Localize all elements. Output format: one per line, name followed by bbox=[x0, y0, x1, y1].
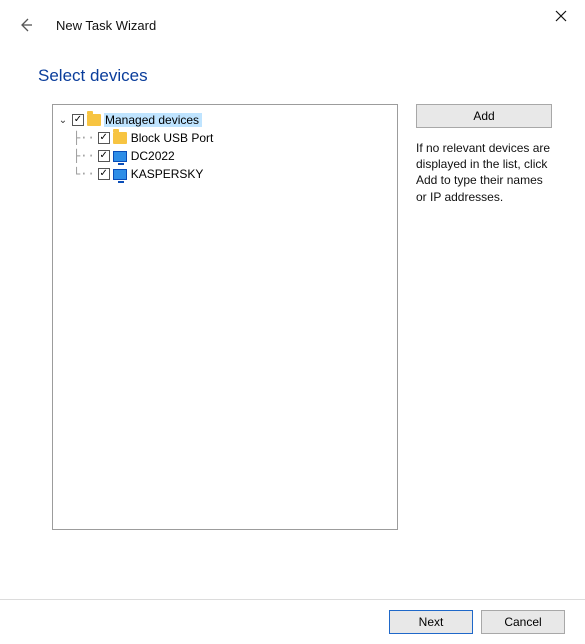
tree-item[interactable]: ├·· DC2022 bbox=[57, 147, 393, 165]
back-button[interactable] bbox=[14, 13, 38, 37]
monitor-icon bbox=[113, 151, 127, 162]
footer-separator bbox=[0, 599, 585, 600]
checkbox[interactable] bbox=[98, 132, 110, 144]
wizard-title: New Task Wizard bbox=[56, 18, 156, 33]
tree-root-label[interactable]: Managed devices bbox=[104, 113, 202, 127]
next-button[interactable]: Next bbox=[389, 610, 473, 634]
tree-branch-icon: ├·· bbox=[73, 132, 95, 144]
device-tree[interactable]: ⌄ Managed devices ├·· Block USB Port ├·· DC… bbox=[52, 104, 398, 530]
next-button-label: Next bbox=[419, 615, 444, 629]
tree-item-label[interactable]: DC2022 bbox=[130, 149, 178, 163]
chevron-down-icon[interactable]: ⌄ bbox=[57, 115, 69, 126]
checkbox[interactable] bbox=[72, 114, 84, 126]
add-button-label: Add bbox=[473, 109, 494, 123]
cancel-button[interactable]: Cancel bbox=[481, 610, 565, 634]
monitor-icon bbox=[113, 169, 127, 180]
folder-icon bbox=[113, 132, 127, 144]
titlebar: New Task Wizard bbox=[0, 0, 585, 32]
sidebar-hint: If no relevant devices are displayed in … bbox=[416, 140, 556, 205]
tree-branch-icon: ├·· bbox=[73, 150, 95, 162]
tree-root[interactable]: ⌄ Managed devices bbox=[57, 111, 393, 129]
add-button[interactable]: Add bbox=[416, 104, 552, 128]
cancel-button-label: Cancel bbox=[504, 615, 541, 629]
tree-item-label[interactable]: Block USB Port bbox=[130, 131, 217, 145]
folder-icon bbox=[87, 114, 101, 126]
tree-item-label[interactable]: KASPERSKY bbox=[130, 167, 207, 181]
tree-item[interactable]: └·· KASPERSKY bbox=[57, 165, 393, 183]
page-heading: Select devices bbox=[38, 66, 585, 86]
close-button[interactable] bbox=[543, 4, 579, 28]
footer: Next Cancel bbox=[389, 610, 565, 634]
checkbox[interactable] bbox=[98, 168, 110, 180]
checkbox[interactable] bbox=[98, 150, 110, 162]
tree-branch-icon: └·· bbox=[73, 168, 95, 180]
tree-item[interactable]: ├·· Block USB Port bbox=[57, 129, 393, 147]
